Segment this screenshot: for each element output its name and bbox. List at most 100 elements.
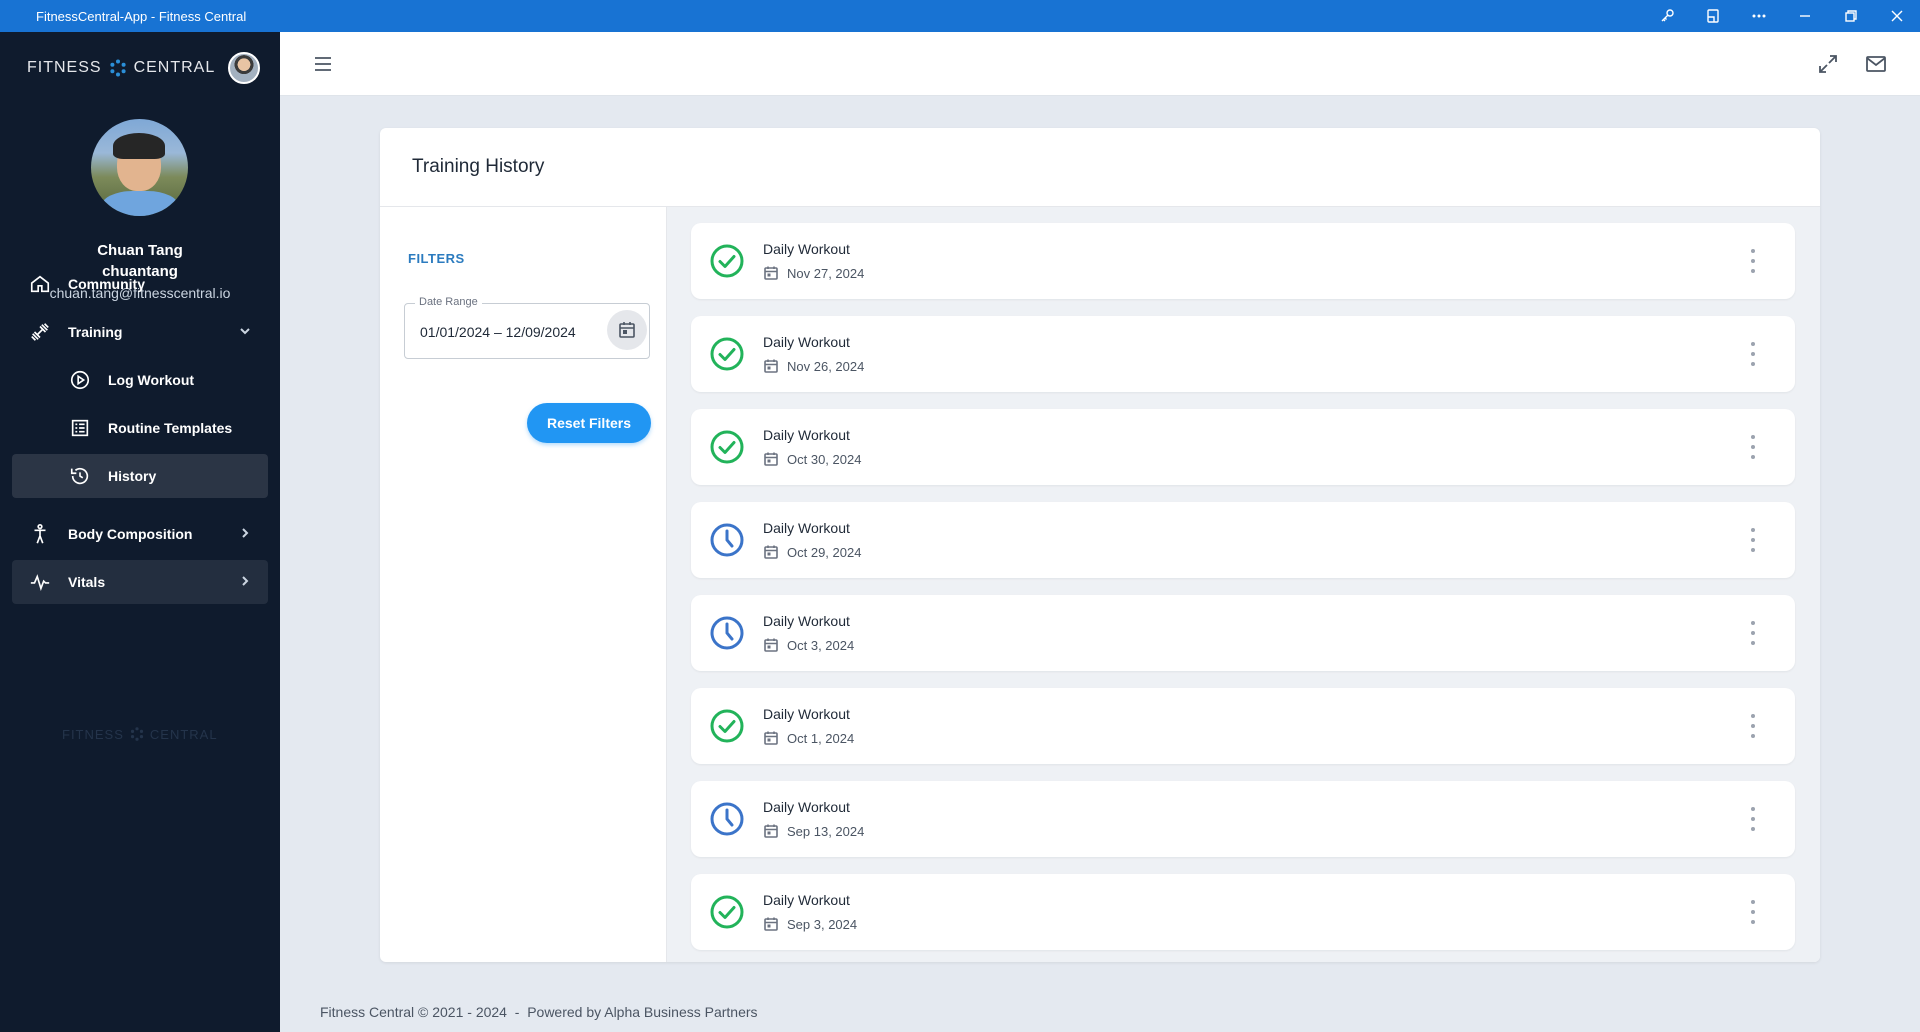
more-vert-icon[interactable] [1749,528,1757,552]
workout-title: Daily Workout [763,241,850,257]
restore-button[interactable] [1828,0,1874,32]
page-title: Training History [412,156,545,177]
nav-body-composition[interactable]: Body Composition [12,512,268,556]
workout-title: Daily Workout [763,427,850,443]
person-icon [28,522,52,546]
workout-list: Daily Workout Nov 27, 2024 Daily Workout No… [667,207,1820,962]
footer-brand-left: FITNESS [62,726,124,742]
fullscreen-icon[interactable] [1816,52,1840,76]
clock-icon [709,801,745,837]
menu-icon[interactable] [313,54,333,74]
calendar-icon [764,266,778,280]
key-icon[interactable] [1644,0,1690,32]
list-icon [68,416,92,440]
workout-row[interactable]: Daily Workout Oct 30, 2024 [691,409,1795,485]
mail-icon[interactable] [1864,52,1888,76]
more-vert-icon[interactable] [1749,249,1757,273]
nav-training-label: Training [68,324,123,340]
footer-brand-right: CENTRAL [149,726,218,742]
workout-row[interactable]: Daily Workout Oct 29, 2024 [691,502,1795,578]
check-circle-icon [709,336,745,372]
more-vert-icon[interactable] [1749,807,1757,831]
calendar-icon [764,824,778,838]
workout-date: Nov 27, 2024 [763,265,864,281]
close-button[interactable] [1874,0,1920,32]
chevron-right-icon [238,574,254,590]
nav-vitals[interactable]: Vitals [12,560,268,604]
workout-date-text: Sep 13, 2024 [787,823,865,839]
calendar-icon [764,638,778,652]
window-titlebar: FitnessCentral-App - Fitness Central [0,0,1920,32]
chevron-down-icon [238,324,254,340]
more-vert-icon[interactable] [1749,900,1757,924]
nav-history[interactable]: History [12,454,268,498]
check-circle-icon [709,243,745,279]
check-circle-icon [709,429,745,465]
logo-mark-icon [109,59,126,77]
window-title: FitnessCentral-App - Fitness Central [36,8,247,24]
date-range-label: Date Range [415,296,482,308]
workout-row[interactable]: Daily Workout Nov 27, 2024 [691,223,1795,299]
calendar-icon [764,359,778,373]
workout-row[interactable]: Daily Workout Sep 3, 2024 [691,874,1795,950]
workout-date-text: Oct 30, 2024 [787,451,862,467]
cast-icon[interactable] [1690,0,1736,32]
account-avatar[interactable] [228,52,260,84]
nav-training[interactable]: Training [12,310,268,354]
filters-title: FILTERS [408,251,465,266]
workout-date-text: Nov 26, 2024 [787,358,865,374]
more-vert-icon[interactable] [1749,621,1757,645]
date-range-field[interactable]: Date Range 01/01/2024 – 12/09/2024 [404,296,650,359]
date-range-value[interactable]: 01/01/2024 – 12/09/2024 [420,324,576,340]
sidebar-footer-brand: FITNESS CENTRAL [62,726,218,742]
dumbbell-icon [28,320,52,344]
workout-title: Daily Workout [763,613,850,629]
page-footer: Fitness Central © 2021 - 2024 - Powered … [320,1004,758,1020]
workout-row[interactable]: Daily Workout Oct 1, 2024 [691,688,1795,764]
pulse-icon [28,570,52,594]
history-icon [68,464,92,488]
workout-date: Sep 13, 2024 [763,823,864,839]
workout-date: Oct 1, 2024 [763,730,854,746]
nav-community-label: Community [68,276,145,292]
check-circle-icon [709,708,745,744]
workout-date: Sep 3, 2024 [763,916,857,932]
calendar-icon[interactable] [607,310,647,350]
workout-title: Daily Workout [763,520,850,536]
workout-row[interactable]: Daily Workout Sep 13, 2024 [691,781,1795,857]
calendar-icon [764,452,778,466]
training-history-card: Training History FILTERS Date Range 01/0… [380,128,1820,962]
workout-row[interactable]: Daily Workout Oct 3, 2024 [691,595,1795,671]
more-vert-icon[interactable] [1749,435,1757,459]
profile-photo [91,119,188,216]
workout-title: Daily Workout [763,706,850,722]
workout-date-text: Oct 29, 2024 [787,544,862,560]
clock-icon [709,522,745,558]
nav-community[interactable]: Community [12,262,268,306]
workout-date-text: Oct 1, 2024 [787,730,855,746]
workout-date-text: Nov 27, 2024 [787,265,865,281]
more-options-icon[interactable] [1736,0,1782,32]
chevron-right-icon [238,526,254,542]
workout-row[interactable]: Daily Workout Nov 26, 2024 [691,316,1795,392]
workout-date: Oct 3, 2024 [763,637,854,653]
brand-text-left: FITNESS [27,59,102,76]
minimize-button[interactable] [1782,0,1828,32]
clock-icon [709,615,745,651]
nav-history-label: History [108,468,157,484]
more-vert-icon[interactable] [1749,342,1757,366]
more-vert-icon[interactable] [1749,714,1757,738]
nav-vitals-label: Vitals [68,574,106,590]
play-circle-icon [68,368,92,392]
workout-date: Oct 29, 2024 [763,544,861,560]
nav-routine-templates[interactable]: Routine Templates [12,406,268,450]
brand-logo[interactable]: FITNESS CENTRAL [27,58,215,78]
workout-date-text: Sep 3, 2024 [787,916,858,932]
nav-log-workout[interactable]: Log Workout [12,358,268,402]
reset-filters-button[interactable]: Reset Filters [527,403,651,443]
workout-date: Oct 30, 2024 [763,451,861,467]
workout-date: Nov 26, 2024 [763,358,864,374]
logo-mark-icon [130,727,143,741]
calendar-icon [764,545,778,559]
filters-panel: FILTERS Date Range 01/01/2024 – 12/09/20… [380,207,667,962]
